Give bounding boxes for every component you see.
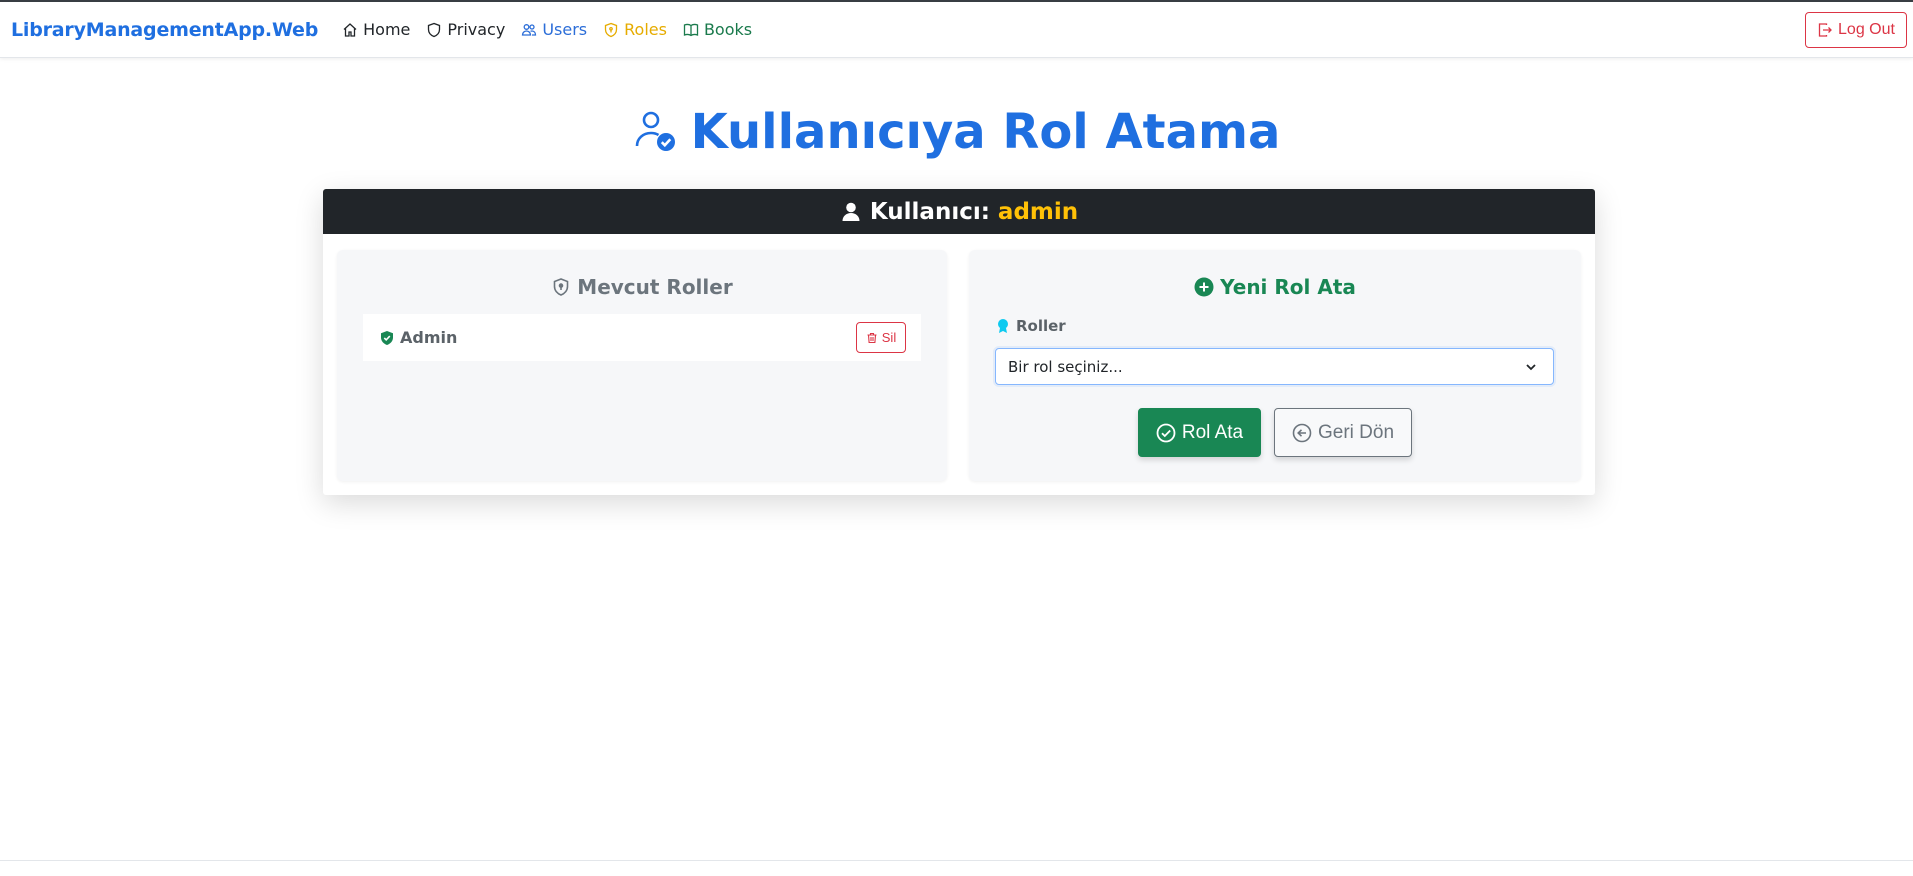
trash-icon: [867, 332, 877, 343]
role-name-text: Admin: [400, 328, 458, 347]
nav-home-label: Home: [363, 20, 411, 39]
role-name: Admin: [379, 328, 457, 347]
nav-users-label: Users: [542, 20, 588, 39]
assign-role-button-label: Rol Ata: [1181, 421, 1244, 443]
nav-links: Home Privacy Users Roles Books: [342, 20, 752, 39]
nav-users[interactable]: Users: [521, 20, 587, 39]
delete-role-label: Sil: [881, 330, 897, 345]
users-icon: [522, 23, 537, 36]
assign-role-title-text: Yeni Rol Ata: [1220, 275, 1356, 299]
role-select-value: Bir rol seçiniz...: [1008, 357, 1123, 376]
page-title: Kullanıcıya Rol Atama: [0, 104, 1913, 160]
card-header: Kullanıcı: admin: [323, 189, 1595, 234]
nav-books[interactable]: Books: [683, 20, 752, 39]
footer-divider: [0, 860, 1913, 861]
username: admin: [997, 198, 1079, 225]
roles-field-label-text: Roller: [1016, 317, 1066, 335]
nav-roles-label: Roles: [624, 20, 667, 39]
shield-lock-icon: [553, 278, 569, 296]
nav-home[interactable]: Home: [342, 20, 410, 39]
roles-field-label: Roller: [995, 317, 1066, 335]
navbar: LibraryManagementApp.Web Home Privacy Us…: [0, 2, 1913, 58]
back-button[interactable]: Geri Dön: [1274, 408, 1412, 457]
assign-role-panel: Yeni Rol Ata Roller Bir rol seçiniz... R…: [969, 250, 1581, 481]
award-icon: [998, 319, 1008, 333]
delete-role-button[interactable]: Sil: [856, 322, 906, 353]
logout-icon: [1818, 23, 1832, 37]
role-assignment-card: Kullanıcı: admin Mevcut Roller Admin Sil…: [323, 189, 1595, 495]
shield-icon: [428, 22, 441, 37]
nav-roles[interactable]: Roles: [603, 20, 667, 39]
logout-button[interactable]: Log Out: [1805, 12, 1907, 48]
logout-label: Log Out: [1838, 21, 1895, 38]
assign-role-button[interactable]: Rol Ata: [1138, 408, 1261, 457]
current-roles-panel: Mevcut Roller Admin Sil: [337, 250, 947, 481]
user-check-icon: [635, 111, 675, 151]
brand-link[interactable]: LibraryManagementApp.Web: [11, 19, 318, 41]
plus-circle-icon: [1194, 277, 1214, 297]
assign-role-actions: Rol Ata Geri Dön: [969, 408, 1581, 457]
shield-check-icon: [381, 330, 393, 345]
chevron-down-icon: [1526, 364, 1536, 371]
back-button-label: Geri Dön: [1317, 421, 1395, 443]
role-list-item: Admin Sil: [363, 314, 921, 361]
current-roles-title-text: Mevcut Roller: [577, 275, 733, 299]
nav-privacy[interactable]: Privacy: [426, 20, 505, 39]
home-icon: [343, 22, 357, 37]
book-icon: [683, 23, 699, 36]
role-select[interactable]: Bir rol seçiniz...: [995, 348, 1554, 385]
page-title-text: Kullanıcıya Rol Atama: [690, 104, 1281, 160]
check-circle-icon: [1156, 423, 1176, 442]
user-icon: [842, 202, 860, 221]
current-roles-title: Mevcut Roller: [337, 275, 947, 299]
shield-lock-icon: [604, 22, 618, 37]
nav-books-label: Books: [703, 20, 753, 39]
assign-role-title: Yeni Rol Ata: [969, 275, 1581, 299]
nav-privacy-label: Privacy: [447, 20, 506, 39]
arrow-left-circle-icon: [1292, 423, 1312, 442]
card-header-label: Kullanıcı:: [869, 198, 990, 225]
